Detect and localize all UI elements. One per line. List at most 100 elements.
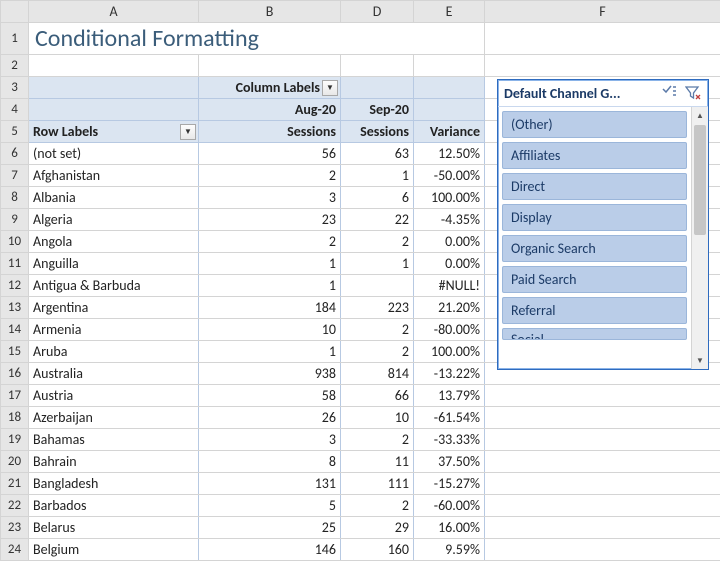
row-header[interactable]: 9 [1, 209, 29, 231]
slicer-item[interactable]: Paid Search [502, 266, 687, 293]
scroll-up-icon[interactable]: ▲ [692, 107, 708, 124]
value-sep[interactable]: 814 [341, 363, 414, 385]
value-variance[interactable]: -15.27% [414, 473, 485, 495]
value-aug[interactable]: 146 [199, 539, 341, 561]
row-label[interactable]: Bangladesh [29, 473, 199, 495]
value-sep[interactable]: 1 [341, 165, 414, 187]
row-label[interactable]: Armenia [29, 319, 199, 341]
row-label[interactable]: Albania [29, 187, 199, 209]
period-header-sep[interactable]: Sep-20 [341, 99, 414, 121]
value-aug[interactable]: 26 [199, 407, 341, 429]
value-sep[interactable] [341, 275, 414, 297]
value-variance[interactable]: 37.50% [414, 451, 485, 473]
row-header[interactable]: 23 [1, 517, 29, 539]
value-aug[interactable]: 184 [199, 297, 341, 319]
cell[interactable] [199, 55, 341, 77]
value-sep[interactable]: 6 [341, 187, 414, 209]
value-aug[interactable]: 938 [199, 363, 341, 385]
row-header[interactable]: 20 [1, 451, 29, 473]
col-header-D[interactable]: D [341, 1, 414, 23]
value-variance[interactable]: 16.00% [414, 517, 485, 539]
value-variance[interactable]: -61.54% [414, 407, 485, 429]
value-sep[interactable]: 2 [341, 429, 414, 451]
value-aug[interactable]: 2 [199, 165, 341, 187]
value-aug[interactable]: 58 [199, 385, 341, 407]
row-label[interactable]: Australia [29, 363, 199, 385]
cell[interactable] [485, 385, 720, 407]
value-variance[interactable]: -50.00% [414, 165, 485, 187]
value-sep[interactable]: 66 [341, 385, 414, 407]
value-sep[interactable]: 11 [341, 451, 414, 473]
slicer-scrollbar[interactable]: ▲ ▼ [691, 107, 708, 369]
value-variance[interactable]: 0.00% [414, 253, 485, 275]
row-header[interactable]: 1 [1, 23, 29, 55]
value-variance[interactable]: 0.00% [414, 231, 485, 253]
value-aug[interactable]: 25 [199, 517, 341, 539]
cell[interactable] [414, 99, 485, 121]
measure-variance[interactable]: Variance [414, 121, 485, 143]
dropdown-icon[interactable]: ▼ [180, 124, 196, 140]
value-sep[interactable]: 1 [341, 253, 414, 275]
value-sep[interactable]: 2 [341, 495, 414, 517]
slicer-header[interactable]: Default Channel G... [498, 80, 708, 107]
dropdown-icon[interactable]: ▼ [322, 80, 338, 96]
cell[interactable] [341, 77, 414, 99]
row-label[interactable]: Belgium [29, 539, 199, 561]
cell[interactable] [485, 23, 720, 55]
row-label[interactable]: Bahrain [29, 451, 199, 473]
value-variance[interactable]: -4.35% [414, 209, 485, 231]
column-labels-cell[interactable]: Column Labels ▼ [199, 77, 341, 99]
slicer-item[interactable]: Affiliates [502, 142, 687, 169]
row-header[interactable]: 14 [1, 319, 29, 341]
cell[interactable] [485, 539, 720, 561]
row-header[interactable]: 22 [1, 495, 29, 517]
value-variance[interactable]: -13.22% [414, 363, 485, 385]
clear-filter-icon[interactable] [684, 84, 702, 102]
value-aug[interactable]: 1 [199, 341, 341, 363]
value-aug[interactable]: 1 [199, 253, 341, 275]
row-header[interactable]: 24 [1, 539, 29, 561]
value-variance[interactable]: 13.79% [414, 385, 485, 407]
cell[interactable] [414, 55, 485, 77]
measure-sessions-sep[interactable]: Sessions [341, 121, 414, 143]
cell[interactable] [29, 99, 199, 121]
value-aug[interactable]: 2 [199, 231, 341, 253]
value-variance[interactable]: -33.33% [414, 429, 485, 451]
value-sep[interactable]: 10 [341, 407, 414, 429]
value-sep[interactable]: 29 [341, 517, 414, 539]
value-sep[interactable]: 63 [341, 143, 414, 165]
value-aug[interactable]: 23 [199, 209, 341, 231]
value-sep[interactable]: 2 [341, 341, 414, 363]
row-label[interactable]: Austria [29, 385, 199, 407]
row-label[interactable]: (not set) [29, 143, 199, 165]
row-header[interactable]: 15 [1, 341, 29, 363]
cell[interactable] [485, 495, 720, 517]
pivot-corner[interactable] [29, 77, 199, 99]
row-label[interactable]: Afghanistan [29, 165, 199, 187]
slicer-item[interactable]: Direct [502, 173, 687, 200]
slicer-panel[interactable]: Default Channel G... (Other) Affiliates … [497, 79, 709, 370]
scroll-down-icon[interactable]: ▼ [692, 352, 708, 369]
value-aug[interactable]: 56 [199, 143, 341, 165]
row-header[interactable]: 2 [1, 55, 29, 77]
row-header[interactable]: 4 [1, 99, 29, 121]
slicer-item[interactable]: Display [502, 204, 687, 231]
row-header[interactable]: 13 [1, 297, 29, 319]
cell[interactable] [485, 451, 720, 473]
row-label[interactable]: Belarus [29, 517, 199, 539]
row-header[interactable]: 8 [1, 187, 29, 209]
cell[interactable] [414, 77, 485, 99]
col-header-B[interactable]: B [199, 1, 341, 23]
value-variance[interactable]: #NULL! [414, 275, 485, 297]
slicer-item[interactable]: Organic Search [502, 235, 687, 262]
value-variance[interactable]: 12.50% [414, 143, 485, 165]
value-variance[interactable]: 100.00% [414, 341, 485, 363]
value-variance[interactable]: 9.59% [414, 539, 485, 561]
value-sep[interactable]: 22 [341, 209, 414, 231]
row-header[interactable]: 16 [1, 363, 29, 385]
row-header[interactable]: 6 [1, 143, 29, 165]
col-header-A[interactable]: A [29, 1, 199, 23]
row-label[interactable]: Argentina [29, 297, 199, 319]
row-header[interactable]: 12 [1, 275, 29, 297]
row-header[interactable]: 19 [1, 429, 29, 451]
